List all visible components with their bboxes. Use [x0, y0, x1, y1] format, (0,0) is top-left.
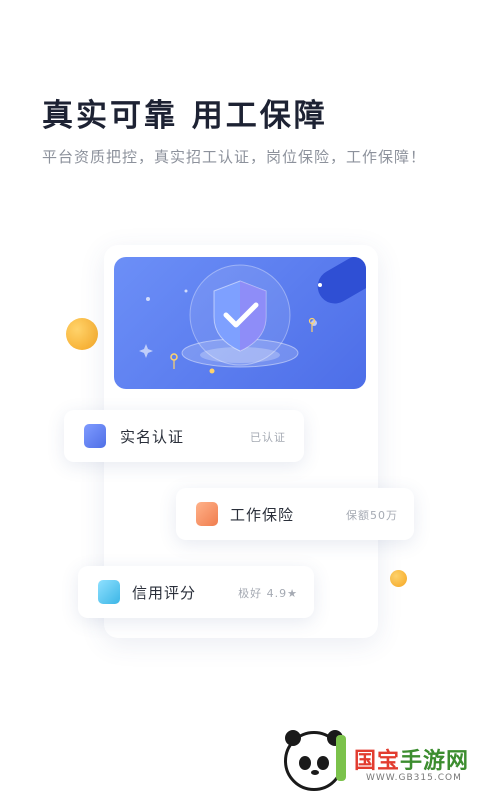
item-status: 已认证	[250, 431, 286, 444]
watermark-logo: 国宝手游网 WWW.GB315.COM	[266, 721, 480, 800]
id-card-icon	[84, 424, 106, 448]
watermark-name-part1: 国宝	[354, 749, 401, 774]
shield-check-icon	[139, 264, 317, 374]
item-status: 极好 4.9★	[238, 587, 298, 600]
panda-ear-left	[285, 730, 301, 746]
decor-dot-right	[390, 570, 407, 587]
panda-nose	[311, 770, 319, 775]
list-item-credit-score[interactable]: 信用评分 极好 4.9★	[78, 566, 314, 618]
page-title: 真实可靠 用工保障	[42, 98, 328, 134]
watermark-url: WWW.GB315.COM	[366, 773, 462, 783]
item-label: 信用评分	[132, 584, 197, 602]
item-label: 实名认证	[120, 428, 185, 446]
panda-eye-right	[317, 756, 329, 770]
security-banner	[114, 257, 366, 389]
list-item-work-insurance[interactable]: 工作保险 保额50万	[176, 488, 414, 540]
panda-icon	[284, 730, 344, 791]
bamboo-icon	[336, 735, 346, 781]
list-item-real-name[interactable]: 实名认证 已认证	[64, 410, 304, 462]
watermark-name: 国宝手游网	[354, 743, 469, 775]
insurance-badge-icon	[196, 502, 218, 526]
item-label: 工作保险	[230, 506, 295, 524]
watermark-name-part2: 手游网	[400, 749, 470, 774]
decor-dot-large	[66, 318, 98, 350]
item-status: 保额50万	[346, 509, 398, 522]
credit-badge-icon	[98, 580, 120, 604]
panda-eye-left	[299, 756, 311, 770]
page-subtitle: 平台资质把控，真实招工认证，岗位保险，工作保障！	[42, 148, 427, 166]
